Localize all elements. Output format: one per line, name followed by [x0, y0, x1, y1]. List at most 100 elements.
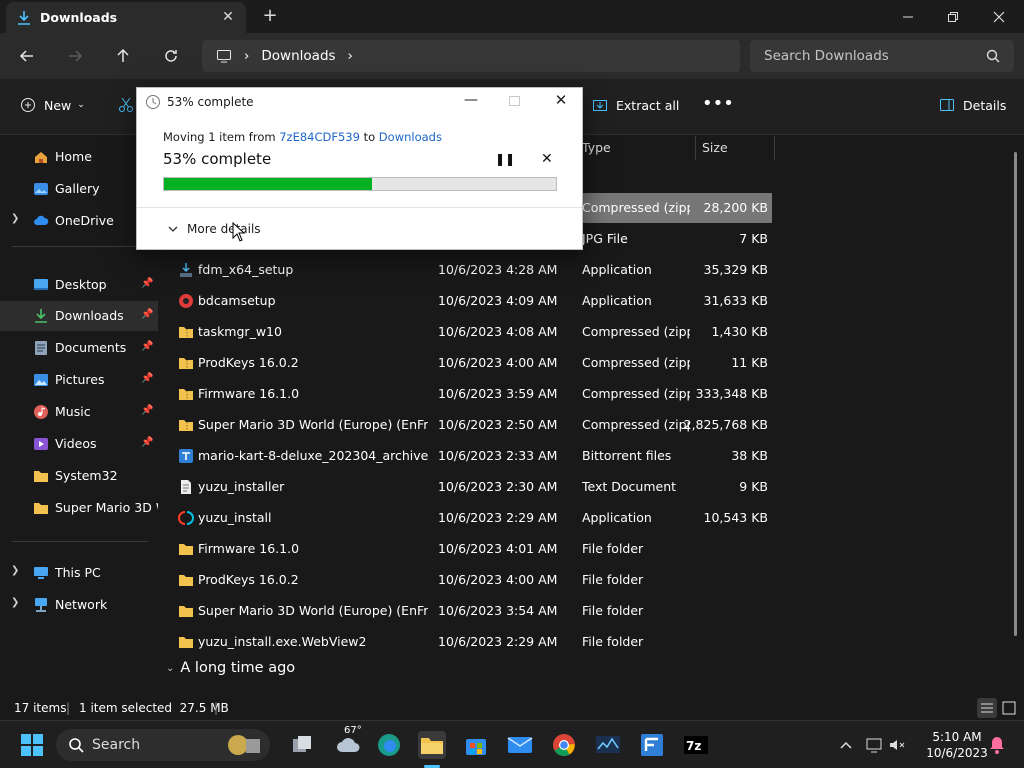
weather-widget[interactable]: 67°: [332, 725, 366, 759]
chevron-up-icon: [840, 741, 852, 749]
sidebar-item-downloads[interactable]: Downloads 📌: [0, 301, 158, 331]
sidebar-item-documents[interactable]: Documents 📌: [0, 333, 158, 363]
more-options-button[interactable]: •••: [702, 93, 734, 114]
pin-icon[interactable]: 📌: [141, 373, 153, 384]
chrome-button[interactable]: [550, 731, 578, 759]
forward-button[interactable]: [60, 41, 90, 71]
table-row[interactable]: Firmware 16.1.0 10/6/2023 3:59 AM Compre…: [164, 379, 772, 409]
pin-icon[interactable]: 📌: [141, 437, 153, 448]
sidebar-item-network[interactable]: ❯ Network: [0, 590, 158, 620]
system-tray[interactable]: [863, 731, 909, 759]
minimize-button[interactable]: [885, 0, 931, 33]
column-header-size[interactable]: Size: [702, 136, 728, 160]
file-name: Firmware 16.1.0: [198, 386, 300, 401]
search-box[interactable]: Search Downloads: [750, 40, 1014, 72]
sidebar-item-videos[interactable]: Videos 📌: [0, 429, 158, 459]
item-count: 17 items: [14, 701, 67, 715]
vertical-scrollbar[interactable]: [1014, 152, 1017, 636]
pin-icon[interactable]: 📌: [141, 309, 153, 320]
7zip-icon: 7z: [684, 736, 708, 754]
dialog-maximize-button[interactable]: [509, 96, 520, 106]
resource-monitor-button[interactable]: [594, 731, 622, 759]
sidebar-item-music[interactable]: Music 📌: [0, 397, 158, 427]
start-button[interactable]: [18, 731, 46, 759]
breadcrumb-downloads[interactable]: Downloads: [261, 48, 335, 64]
table-row[interactable]: ProdKeys 16.0.2 10/6/2023 4:00 AM Compre…: [164, 348, 772, 378]
taskbar-search[interactable]: Search: [56, 729, 270, 761]
column-separator[interactable]: [695, 136, 696, 160]
column-separator[interactable]: [774, 136, 775, 160]
table-row[interactable]: Super Mario 3D World (Europe) (EnFrDeE..…: [164, 410, 772, 440]
sidebar-item-this-pc[interactable]: ❯ This PC: [0, 558, 158, 588]
sidebar-item-home[interactable]: Home: [0, 142, 158, 172]
table-row[interactable]: fdm_x64_setup 10/6/2023 4:28 AM Applicat…: [164, 255, 772, 285]
table-row[interactable]: ProdKeys 16.0.2 10/6/2023 4:00 AM File f…: [164, 565, 772, 595]
sidebar-item-onedrive[interactable]: ❯ OneDrive: [0, 206, 158, 236]
file-operation-dialog: 53% complete — ✕ Moving 1 item from 7zE8…: [136, 87, 583, 250]
tiles-view-button[interactable]: [999, 698, 1019, 718]
extract-all-button[interactable]: Extract all: [592, 97, 679, 113]
breadcrumb-chevron[interactable]: ›: [348, 48, 353, 64]
pin-icon[interactable]: 📌: [141, 278, 153, 289]
sidebar-item-system32[interactable]: System32: [0, 461, 158, 491]
up-button[interactable]: [108, 41, 138, 71]
videos-icon: [34, 438, 48, 450]
table-row[interactable]: yuzu_install 10/6/2023 2:29 AM Applicati…: [164, 503, 772, 533]
mail-button[interactable]: [506, 731, 534, 759]
destination-link[interactable]: Downloads: [379, 130, 442, 144]
zip-folder-icon: [179, 389, 193, 400]
sidebar-item-label: Super Mario 3D Wo: [55, 500, 158, 515]
file-type: JPG File: [582, 231, 628, 246]
file-explorer-button[interactable]: [418, 731, 446, 759]
store-button[interactable]: [462, 731, 490, 759]
table-row[interactable]: Super Mario 3D World (Europe) (EnFrDeE..…: [164, 596, 772, 626]
table-row[interactable]: taskmgr_w10 10/6/2023 4:08 AM Compressed…: [164, 317, 772, 347]
folder-icon: [421, 738, 443, 754]
free-download-manager-button[interactable]: [638, 731, 666, 759]
new-button[interactable]: New ⌄: [20, 97, 85, 113]
file-type: File folder: [582, 541, 644, 556]
sidebar-item-pictures[interactable]: Pictures 📌: [0, 365, 158, 395]
7zip-button[interactable]: 7z: [682, 731, 710, 759]
sidebar-item-desktop[interactable]: Desktop 📌: [0, 270, 158, 300]
table-row[interactable]: Firmware 16.1.0 10/6/2023 4:01 AM File f…: [164, 534, 772, 564]
group-header[interactable]: ⌄ A long time ago: [166, 660, 295, 676]
close-tab-button[interactable]: ✕: [220, 9, 236, 25]
table-row[interactable]: yuzu_installer 10/6/2023 2:30 AM Text Do…: [164, 472, 772, 502]
details-button[interactable]: Details: [939, 97, 1006, 113]
pin-icon[interactable]: 📌: [141, 405, 153, 416]
table-row[interactable]: yuzu_install.exe.WebView2 10/6/2023 2:29…: [164, 627, 772, 657]
cancel-button[interactable]: ✕: [541, 151, 553, 167]
chevron-right-icon[interactable]: ❯: [11, 597, 19, 608]
edge-button[interactable]: [375, 731, 403, 759]
task-view-button[interactable]: [288, 731, 316, 759]
back-button[interactable]: [12, 41, 42, 71]
column-header-type[interactable]: Type: [582, 136, 611, 160]
sidebar-item-gallery[interactable]: Gallery: [0, 174, 158, 204]
table-row[interactable]: mario-kart-8-deluxe_202304_archive 10/6/…: [164, 441, 772, 471]
address-bar[interactable]: › Downloads ›: [202, 40, 740, 72]
pin-icon[interactable]: 📌: [141, 341, 153, 352]
dialog-close-button[interactable]: ✕: [553, 91, 569, 109]
new-tab-button[interactable]: +: [260, 7, 280, 27]
chevron-right-icon[interactable]: ❯: [11, 565, 19, 576]
refresh-button[interactable]: [156, 41, 186, 71]
system-clock[interactable]: 5:10 AM 10/6/2023: [920, 729, 994, 761]
pause-button[interactable]: ❚❚: [495, 152, 515, 166]
source-link[interactable]: 7zE84CDF539: [279, 130, 360, 144]
close-window-button[interactable]: [976, 0, 1022, 33]
more-details-button[interactable]: More details: [167, 222, 261, 236]
show-hidden-icons-button[interactable]: [832, 731, 860, 759]
notifications-button[interactable]: [986, 731, 1008, 759]
dialog-minimize-button[interactable]: —: [463, 92, 479, 108]
chevron-right-icon[interactable]: ❯: [11, 213, 19, 224]
table-row[interactable]: bdcamsetup 10/6/2023 4:09 AM Application…: [164, 286, 772, 316]
sidebar-item-super-mario[interactable]: Super Mario 3D Wo: [0, 493, 158, 523]
cut-button[interactable]: [118, 97, 134, 113]
file-size: 11 KB: [731, 355, 768, 370]
restore-button[interactable]: [930, 0, 976, 33]
details-view-button[interactable]: [977, 698, 997, 718]
search-input[interactable]: Search Downloads: [764, 48, 889, 64]
tab-downloads[interactable]: Downloads ✕: [6, 2, 246, 33]
chevron-down-icon: ⌄: [77, 100, 85, 110]
